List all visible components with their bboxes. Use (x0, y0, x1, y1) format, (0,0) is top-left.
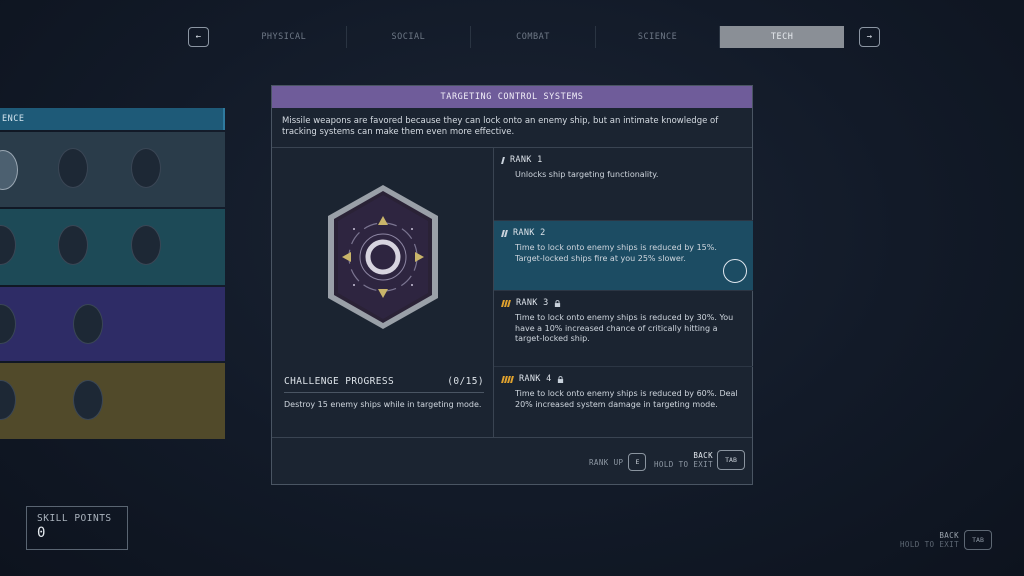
skill-icon[interactable] (73, 380, 103, 420)
skill-icon[interactable] (0, 225, 16, 265)
skill-icon[interactable] (131, 148, 161, 188)
panel-footer: RANK UP E BACK HOLD TO EXIT TAB (272, 437, 752, 484)
skill-tree-header: ENCE (0, 108, 225, 130)
skill-icon[interactable] (0, 150, 18, 190)
skill-icon[interactable] (73, 304, 103, 344)
global-back-button[interactable]: BACK HOLD TO EXIT TAB (900, 530, 992, 550)
tab-physical[interactable]: PHYSICAL (222, 26, 347, 48)
back-label: BACK (693, 451, 713, 460)
tab-tech[interactable]: TECH (720, 26, 844, 48)
rank-description: Unlocks ship targeting functionality. (515, 170, 659, 179)
rank-up-label: RANK UP (589, 457, 624, 467)
skill-description: Missile weapons are favored because they… (272, 108, 752, 148)
tab-key-icon: TAB (717, 450, 745, 470)
rank-label: RANK 3 (516, 298, 549, 308)
rank-2-row[interactable]: RANK 2 Time to lock onto enemy ships is … (494, 221, 753, 291)
skill-points-box: SKILL POINTS 0 (26, 506, 128, 550)
rank-bars-icon (501, 156, 505, 164)
rank-3-row[interactable]: RANK 3 Time to lock onto enemy ships is … (494, 291, 753, 367)
rank-list: RANK 1 Unlocks ship targeting functional… (494, 148, 753, 438)
rank-bars-icon (501, 375, 514, 383)
skill-points-label: SKILL POINTS (37, 513, 112, 524)
lock-icon (554, 299, 560, 307)
skill-overview: CHALLENGE PROGRESS (0/15) Destroy 15 ene… (272, 148, 494, 438)
tab-social[interactable]: SOCIAL (347, 26, 472, 48)
challenge-label: CHALLENGE PROGRESS (284, 376, 395, 387)
rank-description: Time to lock onto enemy ships is reduced… (515, 313, 734, 343)
rank-description: Time to lock onto enemy ships is reduced… (515, 389, 738, 409)
cursor-ring-icon (723, 259, 747, 283)
panel-title: TARGETING CONTROL SYSTEMS (272, 86, 752, 108)
skill-tier-4 (0, 363, 225, 439)
rank-bars-icon (501, 299, 511, 307)
arrow-right-icon: → (866, 32, 873, 42)
skill-icon[interactable] (0, 304, 16, 344)
skill-icon[interactable] (58, 225, 88, 265)
lock-icon (557, 375, 563, 383)
targeting-skill-badge-icon (328, 185, 438, 329)
tab-combat[interactable]: COMBAT (471, 26, 596, 48)
tab-key-icon: TAB (964, 530, 992, 550)
rank-label: RANK 2 (513, 228, 546, 238)
skill-points-value: 0 (37, 525, 46, 541)
rank-description: Time to lock onto enemy ships is reduced… (515, 243, 717, 263)
skill-icon[interactable] (58, 148, 88, 188)
skill-icon[interactable] (131, 225, 161, 265)
rank-4-row[interactable]: RANK 4 Time to lock onto enemy ships is … (494, 367, 753, 438)
hold-to-exit-label: HOLD TO EXIT (654, 460, 713, 469)
rank-up-button[interactable]: RANK UP E (589, 453, 647, 471)
skill-icon[interactable] (0, 380, 16, 420)
skill-tier-3 (0, 287, 225, 361)
rank-label: RANK 1 (510, 155, 543, 165)
skill-tier-1 (0, 132, 225, 207)
challenge-count: (0/15) (447, 376, 484, 387)
challenge-description: Destroy 15 enemy ships while in targetin… (284, 400, 482, 409)
prev-category-button[interactable]: ← (188, 27, 209, 47)
back-label: BACK (939, 531, 959, 540)
category-tabs: PHYSICAL SOCIAL COMBAT SCIENCE TECH (222, 26, 844, 48)
hold-to-exit-label: HOLD TO EXIT (900, 540, 959, 549)
back-button[interactable]: BACK HOLD TO EXIT TAB (654, 450, 745, 470)
tab-science[interactable]: SCIENCE (596, 26, 721, 48)
rank-1-row[interactable]: RANK 1 Unlocks ship targeting functional… (494, 148, 753, 221)
skill-tier-2 (0, 209, 225, 285)
arrow-left-icon: ← (195, 32, 202, 42)
rank-bars-icon (501, 229, 508, 237)
challenge-progress: CHALLENGE PROGRESS (0/15) Destroy 15 ene… (284, 376, 484, 410)
rank-label: RANK 4 (519, 374, 552, 384)
skill-detail-panel: TARGETING CONTROL SYSTEMS Missile weapon… (271, 85, 753, 485)
e-key-icon: E (628, 453, 647, 471)
next-category-button[interactable]: → (859, 27, 880, 47)
